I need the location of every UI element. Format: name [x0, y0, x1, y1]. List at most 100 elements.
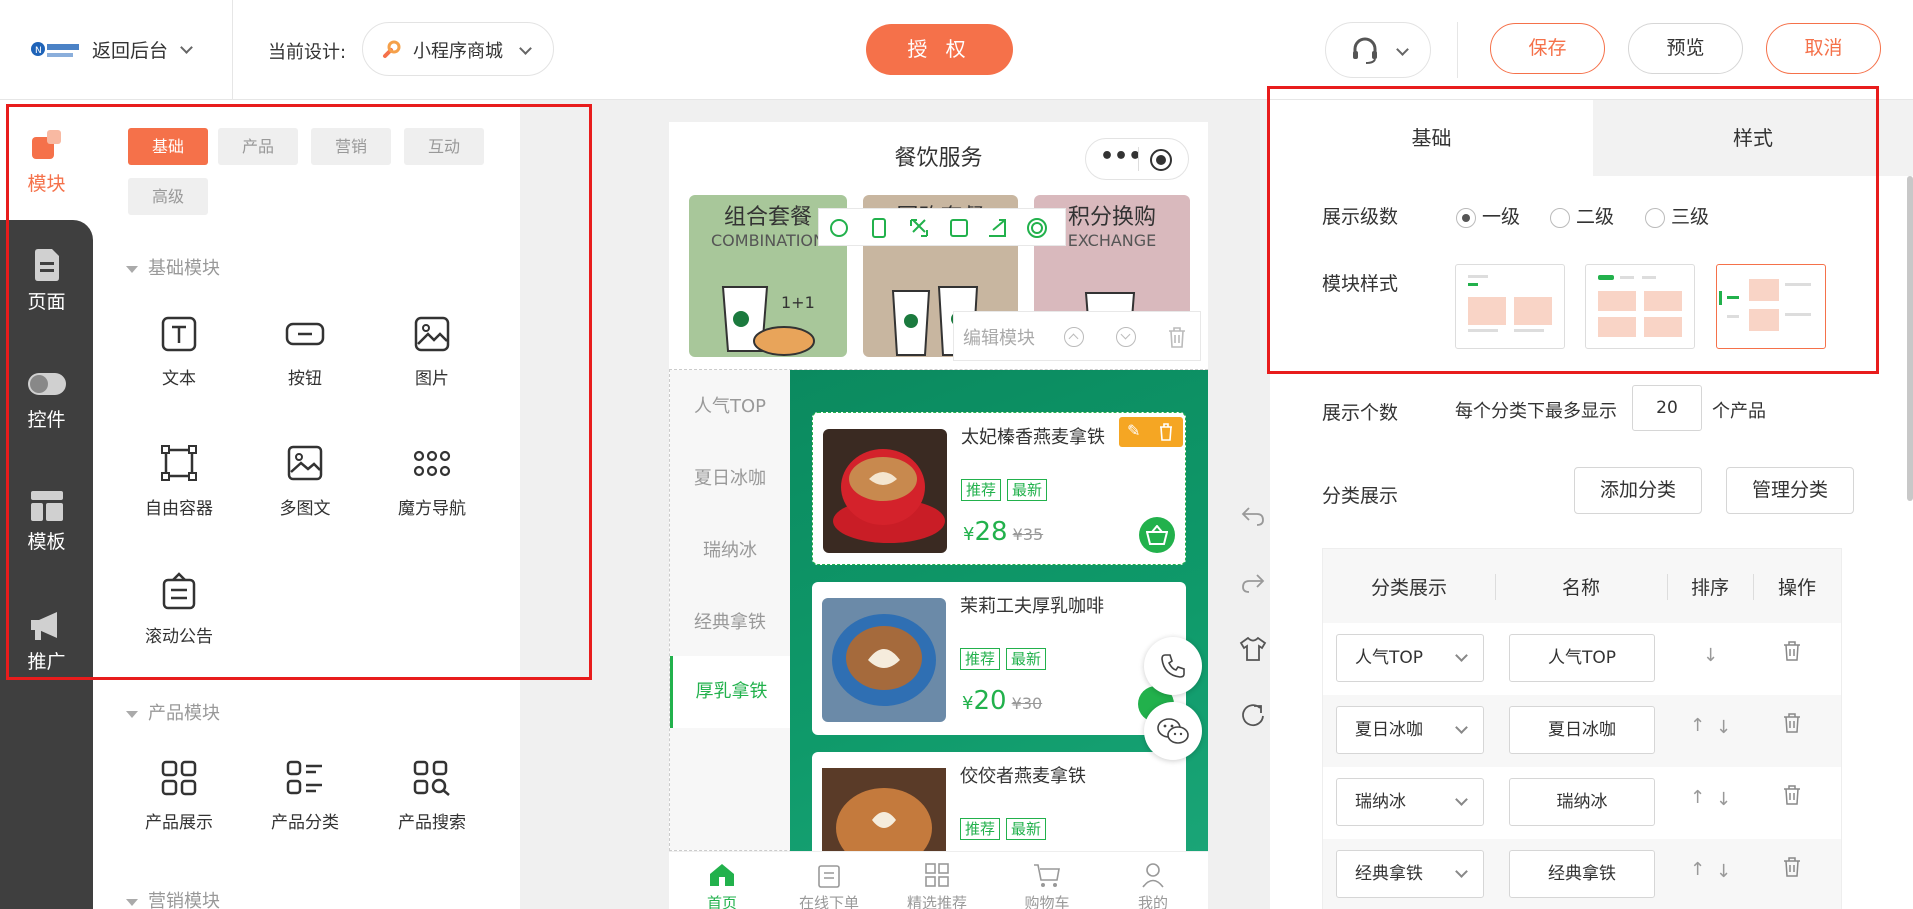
arrow-down-icon[interactable]: ↓	[1716, 717, 1731, 738]
col-header: 操作	[1777, 577, 1816, 599]
price: 28	[974, 517, 1008, 547]
category-select[interactable]: 瑞纳冰	[1336, 778, 1484, 826]
duplicate-icon	[872, 218, 886, 238]
col-divider	[1753, 574, 1754, 600]
bottom-nav-order[interactable]: 在线下单	[786, 862, 872, 909]
save-template-icon	[950, 219, 968, 237]
chevron-down-icon[interactable]	[180, 41, 193, 54]
move-down-icon[interactable]	[1116, 327, 1136, 347]
trash-icon[interactable]	[1783, 857, 1801, 877]
category-item[interactable]: 经典拿铁	[670, 608, 790, 634]
arrow-up-icon[interactable]: ↑	[1690, 787, 1705, 808]
banner-badge: 1+1	[781, 293, 815, 312]
bottom-nav-home[interactable]: 首页	[690, 862, 754, 909]
shirt-icon[interactable]	[1239, 636, 1267, 662]
support-selector[interactable]	[1325, 22, 1431, 78]
bottom-nav-me[interactable]: 我的	[1110, 862, 1196, 909]
product-tags: 推荐 最新	[961, 479, 1053, 501]
phone-call-button[interactable]	[1144, 637, 1202, 695]
trash-icon[interactable]	[1783, 641, 1801, 661]
headset-icon	[1353, 37, 1377, 64]
trash-icon[interactable]	[1159, 423, 1173, 441]
miniapp-capsule[interactable]: •••	[1085, 138, 1189, 180]
caret-down-icon	[126, 898, 138, 906]
add-category-button[interactable]: 添加分类	[1574, 467, 1702, 514]
product-name: 太妃榛香燕麦拿铁	[961, 427, 1105, 448]
product-tags: 推荐 最新	[960, 818, 1052, 840]
category-item[interactable]: 夏日冰咖	[670, 464, 790, 490]
category-item-active[interactable]: 厚乳拿铁	[670, 656, 790, 728]
cart-icon	[1034, 864, 1060, 887]
user-icon	[1142, 863, 1164, 888]
product-card[interactable]: 佼佼者燕麦拿铁 推荐 最新	[812, 752, 1186, 851]
component-product-category[interactable]: 产品分类	[250, 760, 360, 833]
product-card[interactable]: 太妃榛香燕麦拿铁 推荐 最新 ¥28 ¥35 ✎	[812, 412, 1186, 565]
share-icon	[989, 219, 1006, 237]
category-name-input[interactable]: 夏日冰咖	[1509, 706, 1655, 754]
product-name: 茉莉工夫厚乳咖啡	[960, 596, 1104, 617]
preview-button[interactable]: 预览	[1628, 23, 1743, 74]
col-header: 名称	[1561, 577, 1600, 599]
category-item[interactable]: 人气TOP	[670, 392, 790, 418]
authorize-button[interactable]: 授 权	[866, 24, 1013, 75]
section-marketing[interactable]: 营销模块	[126, 887, 220, 909]
tag: 最新	[1007, 479, 1048, 501]
category-select[interactable]: 人气TOP	[1336, 634, 1484, 682]
select-value: 人气TOP	[1355, 648, 1424, 668]
scrollbar-thumb[interactable]	[1907, 176, 1913, 501]
add-to-cart-button[interactable]	[1139, 517, 1175, 553]
category-name-input[interactable]: 经典拿铁	[1509, 850, 1655, 898]
component-product-search[interactable]: 产品搜索	[377, 760, 487, 833]
pencil-icon[interactable]: ✎	[1127, 421, 1140, 440]
search-grid-icon	[413, 760, 450, 796]
product-card[interactable]: 茉莉工夫厚乳咖啡 推荐 最新 ¥20 ¥30	[812, 582, 1186, 735]
arrow-down-icon[interactable]: ↓	[1716, 861, 1731, 882]
component-product-display[interactable]: 产品展示	[124, 760, 234, 833]
back-to-admin-link[interactable]: 返回后台	[92, 36, 168, 63]
nav-label: 首页	[706, 894, 737, 909]
cancel-button[interactable]: 取消	[1766, 23, 1881, 74]
undo-icon[interactable]	[1240, 505, 1266, 527]
product-image-coffee	[822, 598, 946, 722]
wechat-button[interactable]	[1144, 702, 1202, 760]
save-button[interactable]: 保存	[1490, 23, 1605, 74]
product-price: ¥28 ¥35	[963, 517, 1043, 547]
rotate-icon[interactable]	[1240, 702, 1266, 728]
col-header: 分类展示	[1370, 577, 1447, 599]
arrow-down-icon[interactable]: ↓	[1716, 789, 1731, 810]
select-value: 瑞纳冰	[1355, 792, 1406, 812]
bottom-nav-recommend[interactable]: 精选推荐	[894, 862, 980, 909]
section-product[interactable]: 产品模块	[126, 699, 220, 725]
arrow-down-icon[interactable]: ↓	[1703, 645, 1718, 666]
tag: 推荐	[960, 818, 1001, 840]
category-name-input[interactable]: 瑞纳冰	[1509, 778, 1655, 826]
copy-style-icon	[830, 219, 848, 237]
category-name-input[interactable]: 人气TOP	[1509, 634, 1655, 682]
trash-icon[interactable]	[1783, 785, 1801, 805]
trash-icon[interactable]	[1168, 326, 1186, 348]
tag: 最新	[1006, 818, 1047, 840]
top-bar: N 返回后台 当前设计: 小程序商城 授 权 保存 预览 取消	[0, 0, 1913, 100]
manage-category-button[interactable]: 管理分类	[1726, 467, 1854, 514]
arrow-up-icon[interactable]: ↑	[1690, 859, 1705, 880]
move-up-icon[interactable]	[1064, 327, 1084, 347]
arrow-up-icon[interactable]: ↑	[1690, 715, 1705, 736]
nav-label: 购物车	[1024, 894, 1070, 909]
category-select[interactable]: 经典拿铁	[1336, 850, 1484, 898]
redo-icon[interactable]	[1240, 572, 1266, 594]
design-selector[interactable]: 小程序商城	[362, 22, 554, 76]
phone-icon	[1161, 654, 1185, 678]
bottom-nav-cart[interactable]: 购物车	[1004, 862, 1090, 909]
category-item[interactable]: 瑞纳冰	[670, 536, 790, 562]
category-select[interactable]: 夏日冰咖	[1336, 706, 1484, 754]
chevron-down-icon	[1455, 649, 1468, 662]
tag: 最新	[1006, 648, 1047, 670]
product-image-latte	[823, 429, 947, 553]
wechat-icon	[1157, 718, 1189, 744]
category-label: 厚乳拿铁	[695, 681, 768, 702]
highlight-box-settings	[1267, 86, 1879, 374]
display-count-input[interactable]: 20	[1632, 385, 1702, 431]
trash-icon[interactable]	[1783, 713, 1801, 733]
edit-module-label[interactable]: 编辑模块	[963, 324, 1035, 350]
product-image-latte-art	[822, 768, 946, 851]
